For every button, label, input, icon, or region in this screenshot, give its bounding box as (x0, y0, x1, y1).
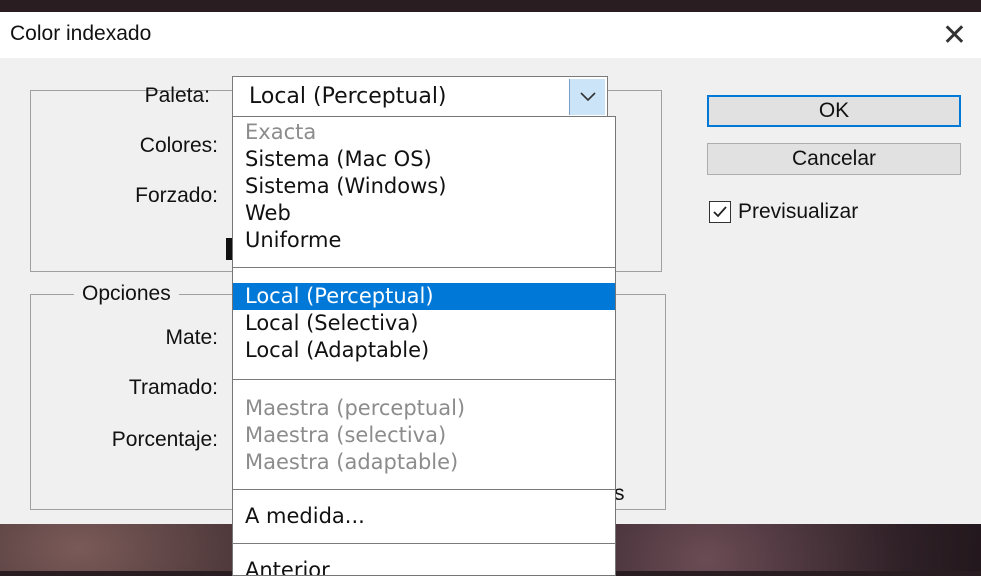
palette-select[interactable]: Local (Perceptual) (232, 76, 608, 118)
paleta-label: Paleta: (144, 84, 210, 107)
palette-selected-value: Local (Perceptual) (249, 84, 447, 109)
option-web[interactable]: Web (233, 200, 615, 227)
forzado-label: Forzado: (135, 184, 218, 207)
close-icon[interactable]: ✕ (942, 18, 967, 53)
option-uniforme[interactable]: Uniforme (233, 227, 615, 254)
option-local-perceptual[interactable]: Local (Perceptual) (233, 283, 615, 310)
porcentaje-label: Porcentaje: (111, 428, 218, 451)
separator (233, 267, 615, 268)
colores-label: Colores: (139, 134, 218, 157)
option-sistema-windows[interactable]: Sistema (Windows) (233, 173, 615, 200)
mate-label: Mate: (165, 326, 218, 349)
dialog-title: Color indexado (10, 22, 152, 45)
option-anterior[interactable]: Anterior (233, 557, 615, 575)
preview-checkbox[interactable] (709, 201, 731, 223)
options-legend: Opciones (74, 282, 179, 306)
palette-dropdown-list: Exacta Sistema (Mac OS) Sistema (Windows… (232, 116, 616, 576)
option-exacta[interactable]: Exacta (233, 119, 615, 146)
option-a-medida[interactable]: A medida... (233, 503, 615, 530)
option-local-selectiva[interactable]: Local (Selectiva) (233, 310, 615, 337)
preview-label: Previsualizar (738, 200, 859, 223)
cancel-button[interactable]: Cancelar (707, 143, 961, 175)
option-maestra-selectiva[interactable]: Maestra (selectiva) (233, 422, 615, 449)
separator (233, 379, 615, 380)
separator (233, 543, 615, 544)
title-bar: Color indexado ✕ (0, 12, 981, 58)
separator (233, 489, 615, 490)
tramado-label: Tramado: (128, 376, 218, 399)
chevron-down-icon[interactable] (569, 79, 605, 115)
option-sistema-mac[interactable]: Sistema (Mac OS) (233, 146, 615, 173)
option-maestra-adaptable[interactable]: Maestra (adaptable) (233, 449, 615, 476)
option-maestra-perceptual[interactable]: Maestra (perceptual) (233, 395, 615, 422)
option-local-adaptable[interactable]: Local (Adaptable) (233, 337, 615, 364)
checkmark-icon (713, 206, 727, 218)
ok-button[interactable]: OK (707, 95, 961, 127)
